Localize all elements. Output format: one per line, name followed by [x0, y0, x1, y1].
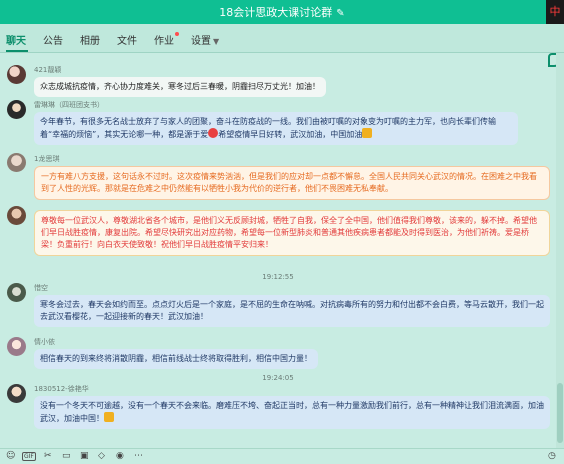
shake-icon[interactable]: ◇: [98, 451, 105, 461]
mic-icon[interactable]: ◉: [116, 451, 124, 461]
message-bubble: 没有一个冬天不可逾越，没有一个春天不会来临。磨难压不垮、奋起正当时，总有一种力量…: [34, 396, 550, 429]
message-bubble: 众志成城抗疫情，齐心协力度难关，寒冬过后三春暖，阴霾扫尽万丈光！加油！: [34, 77, 326, 97]
scissors-icon[interactable]: ✂: [44, 451, 52, 461]
folder-icon[interactable]: ▭: [62, 451, 71, 461]
avatar[interactable]: [7, 206, 26, 225]
message-bubble: 寒冬会过去，春天会如约而至。点点灯火后是一个家庭，是不屈的生命在呐喊。对抗病毒所…: [34, 295, 550, 327]
tab-announcement[interactable]: 公告: [43, 32, 63, 47]
gif-button[interactable]: GIF: [22, 452, 36, 461]
tab-settings[interactable]: 设置 ▼: [191, 32, 219, 47]
tab-chat[interactable]: 聊天: [6, 32, 26, 47]
edit-title-icon[interactable]: ✎: [336, 8, 344, 19]
timestamp: 19:12:55: [262, 273, 294, 281]
sender-name: 惜空: [34, 284, 48, 292]
scrollbar-thumb[interactable]: [557, 383, 563, 443]
message-text: 没有一个冬天不可逾越，没有一个春天不会来临。磨难压不垮、奋起正当时，总有一种力量…: [40, 401, 544, 423]
message-bubble: 今年春节，有很多无名战士放弃了与家人的团聚，奋斗在防疫战的一线。我们由被叮嘱的对…: [34, 112, 518, 145]
more-icon[interactable]: ⋯: [134, 451, 143, 461]
chat-area: 421靓颖 众志成城抗疫情，齐心协力度难关，寒冬过后三春暖，阴霾扫尽万丈光！加油…: [0, 53, 556, 448]
sender-name: 1830512-徐艳华: [34, 385, 89, 393]
image-icon[interactable]: ▣: [80, 451, 89, 461]
tab-bar: 聊天 公告 相册 文件 作业 设置 ▼: [0, 24, 564, 67]
message-text: 希望疫情早日好转，武汉加油，中国加油: [218, 130, 363, 139]
input-toolbar: ☺ GIF ✂ ▭ ▣ ◇ ◉ ⋯ ◷: [0, 448, 564, 464]
active-tab-indicator: [6, 50, 28, 52]
tab-settings-label: 设置: [191, 36, 211, 47]
message-bubble: 相信春天的到来终将消散阴霾，相信前线战士终将取得胜利，相信中国力量！: [34, 349, 318, 369]
avatar[interactable]: [7, 153, 26, 172]
window-title: 18会计思政大课讨论群: [219, 6, 333, 19]
flexed-arm-emoji-icon: [362, 128, 373, 138]
emoji-icon[interactable]: ☺: [6, 451, 15, 461]
tab-files[interactable]: 文件: [117, 32, 137, 47]
history-icon[interactable]: ◷: [548, 451, 556, 461]
heart-emoji-icon: [208, 128, 219, 138]
flexed-arm-emoji-icon: [104, 412, 114, 422]
avatar[interactable]: [7, 100, 26, 119]
corner-mark: 中: [546, 0, 564, 24]
chevron-down-icon: ▼: [213, 37, 220, 46]
chat-scrollbar[interactable]: [556, 53, 564, 448]
avatar[interactable]: [7, 337, 26, 356]
timestamp: 19:24:05: [262, 374, 294, 382]
avatar[interactable]: [7, 283, 26, 302]
avatar[interactable]: [7, 384, 26, 403]
title-bar: 18会计思政大课讨论群 ✎ 中: [0, 0, 564, 24]
tab-album[interactable]: 相册: [80, 32, 100, 47]
avatar[interactable]: [7, 65, 26, 84]
tab-homework[interactable]: 作业: [154, 32, 174, 47]
sender-name: 421靓颖: [34, 66, 62, 74]
window-title-wrap: 18会计思政大课讨论群 ✎: [0, 4, 564, 20]
sender-name: 雷琳琳（四班团支书）: [34, 101, 104, 109]
message-bubble: 一方有难八方支援，这句话永不过时。这次疫情来势汹汹，但是我们的应对却一点都不懈怠…: [34, 166, 550, 200]
sender-name: 情小依: [34, 338, 55, 346]
sender-name: 1龙思琪: [34, 155, 60, 163]
homework-badge-dot: [175, 32, 179, 36]
message-bubble: 尊敬每一位武汉人，尊敬湖北省各个城市，是他们义无反顾封城，牺牲了自我，保全了全中…: [34, 210, 550, 256]
